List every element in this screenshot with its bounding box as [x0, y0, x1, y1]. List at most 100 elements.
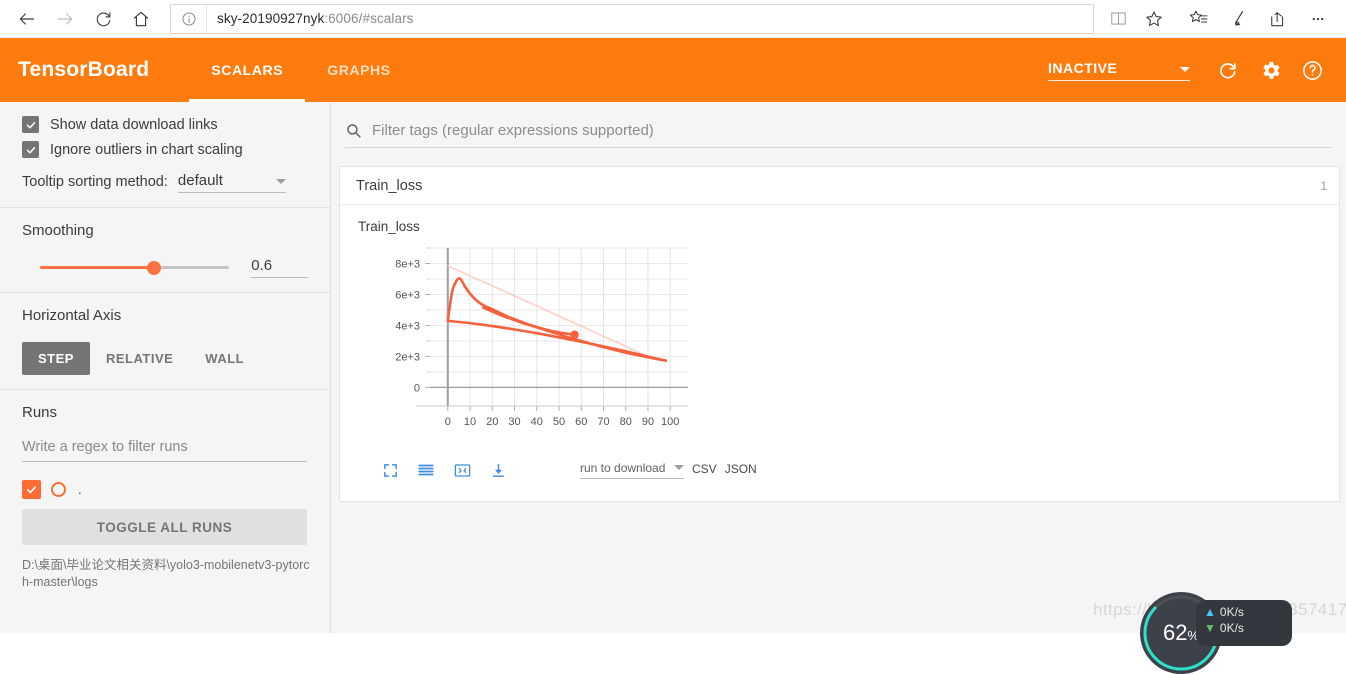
tag-filter-input[interactable]: Filter tags (regular expressions support… — [372, 122, 654, 139]
svg-text:90: 90 — [642, 416, 654, 428]
show-download-links-row[interactable]: Show data download links — [22, 116, 308, 133]
browser-actions — [1172, 3, 1338, 35]
smoothing-value-input[interactable]: 0.6 — [251, 257, 308, 278]
horizontal-axis-section: Horizontal Axis STEP RELATIVE WALL — [0, 293, 330, 390]
arrow-up-icon: ▲ — [1204, 605, 1216, 619]
main-content: Filter tags (regular expressions support… — [331, 102, 1346, 633]
svg-text:20: 20 — [486, 416, 498, 428]
train-loss-line-chart[interactable]: 0 2e+3 4e+3 6e+3 8e+3 0 10 20 30 40 50 60 70 80 90 100 — [358, 238, 698, 448]
checkbox-checked-icon[interactable] — [22, 116, 39, 133]
scalar-card-count: 1 — [1320, 178, 1327, 193]
svg-text:60: 60 — [575, 416, 587, 428]
tensorboard-header: TensorBoard SCALARS GRAPHS INACTIVE — [0, 38, 1346, 102]
back-button[interactable] — [8, 3, 46, 35]
run-checkbox-checked-icon[interactable] — [22, 480, 41, 499]
download-csv-link[interactable]: CSV — [692, 462, 717, 479]
settings-gear-icon[interactable] — [1250, 50, 1290, 90]
axis-option-relative[interactable]: RELATIVE — [90, 342, 189, 375]
main-tabs: SCALARS GRAPHS — [189, 38, 412, 102]
ignore-outliers-label: Ignore outliers in chart scaling — [50, 141, 243, 158]
chevron-down-icon — [1180, 66, 1190, 72]
network-speed-widget[interactable]: ▲ 0K/s ▼ 0K/s — [1196, 600, 1292, 646]
tooltip-sorting-row: Tooltip sorting method: default — [22, 172, 308, 193]
header-actions: INACTIVE — [1048, 50, 1346, 90]
svg-text:40: 40 — [531, 416, 543, 428]
svg-text:0: 0 — [414, 382, 420, 394]
svg-text:2e+3: 2e+3 — [395, 351, 420, 363]
axis-option-step[interactable]: STEP — [22, 342, 90, 375]
home-button[interactable] — [122, 3, 160, 35]
chart-container: Train_loss 0 2e+3 4e+3 6e+3 8e+3 0 10 20 30 40 50 6… — [340, 205, 1339, 483]
tooltip-sorting-label: Tooltip sorting method: — [22, 174, 168, 190]
web-note-pen-icon[interactable] — [1218, 3, 1258, 35]
slider-thumb[interactable] — [146, 260, 161, 275]
svg-text:30: 30 — [508, 416, 520, 428]
tab-graphs[interactable]: GRAPHS — [305, 38, 413, 102]
horizontal-axis-buttons: STEP RELATIVE WALL — [22, 342, 308, 375]
reading-view-icon[interactable] — [1100, 3, 1136, 35]
more-options-icon[interactable] — [1298, 3, 1338, 35]
upload-speed-value: 0K/s — [1219, 605, 1244, 619]
tooltip-sorting-select[interactable]: default — [177, 172, 286, 193]
tab-scalars[interactable]: SCALARS — [189, 38, 306, 102]
address-bar-actions — [1100, 3, 1172, 35]
run-list-item[interactable]: . — [22, 480, 308, 499]
scalar-card-title: Train_loss — [356, 177, 423, 194]
toggle-all-runs-button[interactable]: TOGGLE ALL RUNS — [22, 509, 307, 545]
smoothing-row: 0.6 — [22, 257, 308, 278]
scalar-card: Train_loss 1 Train_loss 0 2e+3 4e+3 6e+3 8e+… — [339, 166, 1340, 502]
runs-section: Runs Write a regex to filter runs . TOGG… — [0, 390, 330, 605]
horizontal-axis-title: Horizontal Axis — [22, 307, 122, 324]
favorite-star-icon[interactable] — [1136, 3, 1172, 35]
chevron-down-icon — [674, 465, 684, 470]
refresh-button[interactable] — [84, 3, 122, 35]
download-controls: run to download CSV JSON — [580, 461, 757, 479]
svg-text:4e+3: 4e+3 — [395, 320, 420, 332]
share-icon[interactable] — [1258, 3, 1298, 35]
ignore-outliers-row[interactable]: Ignore outliers in chart scaling — [22, 141, 308, 158]
url-path: :6006/#scalars — [324, 11, 414, 26]
arrow-down-icon: ▼ — [1204, 621, 1216, 635]
reload-mode-select[interactable]: INACTIVE — [1048, 60, 1190, 81]
download-speed-row: ▼ 0K/s — [1204, 620, 1284, 636]
chevron-down-icon — [275, 179, 286, 184]
svg-text:100: 100 — [661, 416, 679, 428]
chart-toolbar: run to download CSV JSON — [358, 457, 1339, 483]
smoothing-title: Smoothing — [22, 222, 94, 239]
tag-filter-row[interactable]: Filter tags (regular expressions support… — [345, 122, 1332, 148]
browser-toolbar: sky-20190927nyk:6006/#scalars — [0, 0, 1346, 38]
reload-button[interactable] — [1208, 50, 1248, 90]
show-download-links-label: Show data download links — [50, 116, 218, 133]
svg-text:70: 70 — [597, 416, 609, 428]
scalar-card-header[interactable]: Train_loss 1 — [340, 167, 1339, 205]
address-bar[interactable]: sky-20190927nyk:6006/#scalars — [170, 3, 1094, 34]
site-info-icon[interactable] — [171, 4, 207, 33]
run-to-download-select[interactable]: run to download — [580, 461, 684, 479]
run-color-circle-icon — [51, 482, 66, 497]
app-logo: TensorBoard — [18, 58, 150, 81]
expand-icon[interactable] — [374, 457, 406, 483]
download-json-link[interactable]: JSON — [725, 462, 757, 479]
checkbox-checked-icon[interactable] — [22, 141, 39, 158]
tooltip-sorting-value: default — [177, 172, 223, 189]
download-icon[interactable] — [482, 457, 514, 483]
run-to-download-value: run to download — [580, 461, 666, 475]
reload-mode-value: INACTIVE — [1048, 59, 1118, 76]
svg-text:0: 0 — [445, 416, 451, 428]
app-body: Show data download links Ignore outliers… — [0, 102, 1346, 633]
runs-title: Runs — [22, 404, 58, 421]
run-log-path: D:\桌面\毕业论文相关资料\yolo3-mobilenetv3-pytorch… — [22, 558, 310, 589]
runs-filter-input[interactable]: Write a regex to filter runs — [22, 439, 307, 462]
axis-option-wall[interactable]: WALL — [189, 342, 260, 375]
forward-button[interactable] — [46, 3, 84, 35]
download-speed-value: 0K/s — [1219, 621, 1244, 635]
help-icon[interactable] — [1292, 50, 1332, 90]
data-series-icon[interactable] — [410, 457, 442, 483]
smoothing-slider[interactable] — [40, 258, 230, 278]
svg-text:10: 10 — [464, 416, 476, 428]
svg-text:8e+3: 8e+3 — [395, 258, 420, 270]
url-host: sky-20190927nyk — [217, 11, 325, 26]
favorites-list-icon[interactable] — [1178, 3, 1218, 35]
smoothing-section: Smoothing 0.6 — [0, 208, 330, 293]
fit-domain-icon[interactable] — [446, 457, 478, 483]
